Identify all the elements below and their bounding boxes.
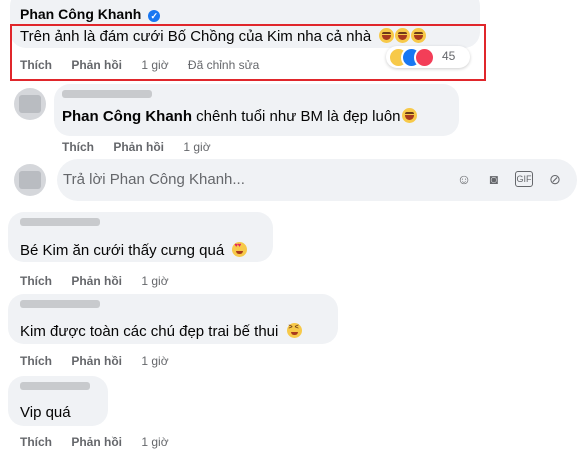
timestamp[interactable]: 1 giờ: [141, 354, 168, 368]
gif-icon[interactable]: GIF: [515, 171, 533, 187]
mention-link[interactable]: Phan Công Khanh: [62, 108, 192, 125]
sticker-icon[interactable]: ⊘: [546, 170, 564, 188]
like-link[interactable]: Thích: [20, 274, 52, 288]
timestamp[interactable]: 1 giờ: [141, 274, 168, 288]
reply-text: Phan Công Khanh chênh tuổi như BM là đẹp…: [62, 108, 417, 125]
reply-link[interactable]: Phản hồi: [113, 140, 164, 154]
blurred-author-name: [20, 382, 90, 390]
avatar[interactable]: [14, 88, 46, 120]
reply-body: chênh tuổi như BM là đẹp luôn: [196, 108, 401, 125]
comment-body: Bé Kim ăn cưới thấy cưng quá: [20, 242, 225, 259]
avatar: [14, 164, 46, 196]
blurred-author-name: [20, 300, 100, 308]
smiley-icon[interactable]: ☺: [455, 170, 473, 188]
like-link[interactable]: Thích: [20, 354, 52, 368]
reply-link[interactable]: Phản hồi: [71, 435, 122, 449]
grinning-emoji: [401, 108, 417, 123]
highlight-box: [10, 24, 486, 81]
comment-actions: Thích Phản hồi 1 giờ: [20, 354, 185, 368]
comment-text: Vip quá: [20, 404, 71, 421]
timestamp[interactable]: 1 giờ: [141, 435, 168, 449]
comment-actions: Thích Phản hồi 1 giờ: [20, 274, 185, 288]
comment-actions: Thích Phản hồi 1 giờ: [20, 435, 185, 449]
verified-badge-icon: ✓: [148, 10, 161, 22]
blurred-author-name: [20, 218, 100, 226]
reply-link[interactable]: Phản hồi: [71, 354, 122, 368]
like-link[interactable]: Thích: [62, 140, 94, 154]
reply-actions: Thích Phản hồi 1 giờ: [62, 140, 227, 154]
reply-input-box[interactable]: Trả lời Phan Công Khanh... ☺ ◙ GIF ⊘: [57, 159, 577, 201]
timestamp[interactable]: 1 giờ: [183, 140, 210, 154]
squint-emoji: [286, 323, 302, 338]
comment-text: Kim được toàn các chú đẹp trai bế thui: [20, 323, 302, 340]
author-name[interactable]: Phan Công Khanh: [20, 6, 141, 22]
like-link[interactable]: Thích: [20, 435, 52, 449]
reply-input[interactable]: Trả lời Phan Công Khanh...: [63, 171, 245, 188]
reply-link[interactable]: Phản hồi: [71, 274, 122, 288]
comment-text: Bé Kim ăn cưới thấy cưng quá: [20, 242, 248, 259]
top-comment-author[interactable]: Phan Công Khanh ✓: [20, 6, 161, 22]
camera-icon[interactable]: ◙: [485, 170, 503, 188]
heart-eyes-emoji: [232, 242, 248, 257]
comment-body: Vip quá: [20, 404, 71, 421]
comment-body: Kim được toàn các chú đẹp trai bế thui: [20, 323, 279, 340]
blurred-author-name: [62, 90, 152, 98]
